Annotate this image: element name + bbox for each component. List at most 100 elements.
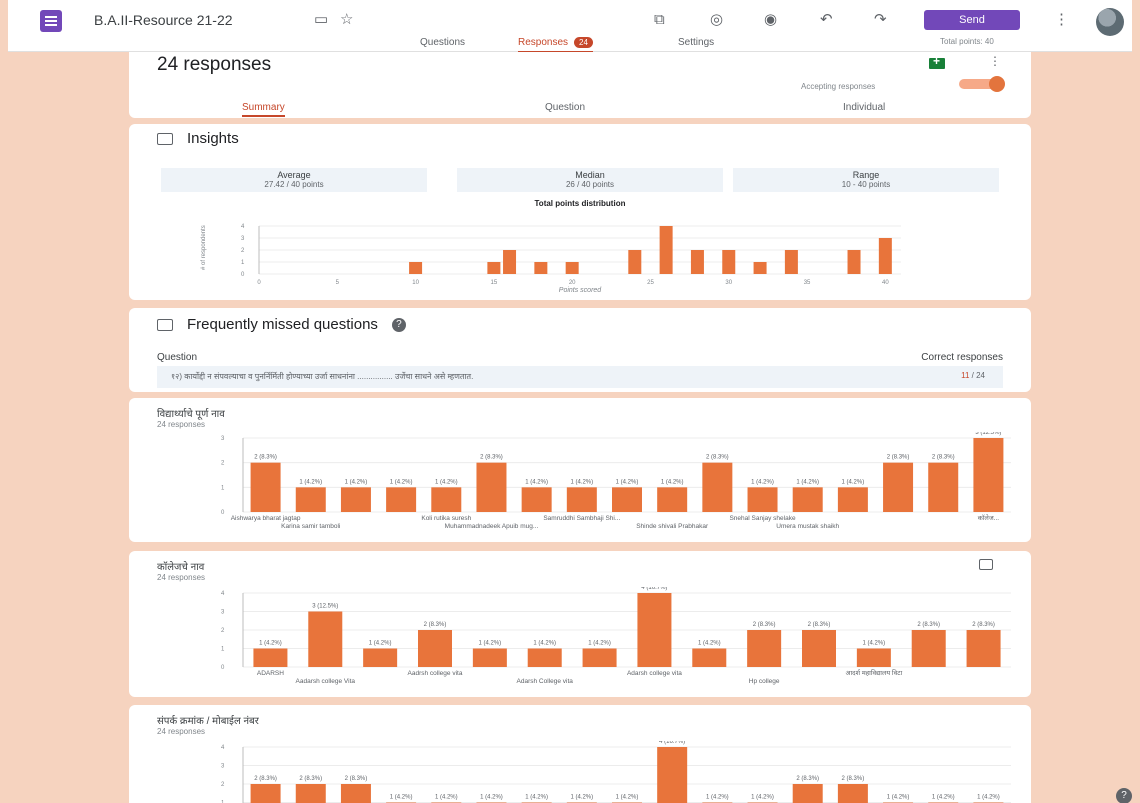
data-label: 2 (8.3%) [917, 622, 940, 628]
tab-responses-label: Responses [518, 37, 569, 48]
bar [722, 250, 736, 274]
data-label: 2 (8.3%) [299, 776, 322, 782]
y-tick-label: 4 [221, 591, 225, 597]
bar [637, 593, 672, 667]
data-label: 2 (8.3%) [254, 455, 277, 461]
bar [784, 250, 798, 274]
x-tick-label: Aadarsh college Vita [296, 678, 356, 685]
subtab-question[interactable]: Question [545, 102, 585, 113]
undo-icon[interactable]: ↶ [820, 11, 833, 29]
bar [659, 226, 673, 274]
question-card-student-name: विद्यार्थ्याचे पूर्ण नाव 24 responses 0 1… [129, 398, 1031, 542]
missed-correct-count: 11 / 24 [961, 371, 985, 380]
y-tick-label: 0 [241, 272, 245, 278]
help-icon[interactable]: ? [391, 317, 406, 332]
y-tick-label: 3 [221, 436, 225, 442]
x-tick-label: 40 [882, 280, 889, 286]
missed-question-row[interactable]: १२) कार्योद्दी न संपवल्याचा व पुनर्निर्म… [157, 366, 1003, 388]
bar [792, 784, 823, 803]
data-label: 1 (4.2%) [698, 641, 721, 647]
form-title[interactable]: B.A.II-Resource 21-22 [94, 12, 233, 28]
subtab-summary[interactable]: Summary [242, 102, 285, 117]
x-tick-label: Adarsh college vita [627, 670, 682, 677]
bar [503, 250, 517, 274]
tab-questions[interactable]: Questions [420, 37, 465, 48]
bar [792, 487, 823, 512]
more-vert-icon[interactable]: ⋮ [1054, 11, 1069, 29]
bar [521, 487, 552, 512]
y-tick-label: 1 [221, 485, 225, 491]
data-label: 1 (4.2%) [796, 479, 819, 485]
bar [295, 487, 326, 512]
bar [628, 250, 642, 274]
data-label: 1 (4.2%) [435, 479, 458, 485]
x-tick-label: Aadrsh college vita [408, 670, 463, 677]
x-tick-label: Umera mustak shaikh [776, 523, 839, 530]
avatar[interactable] [1096, 8, 1124, 36]
data-label: 2 (8.3%) [753, 622, 776, 628]
data-label: 2 (8.3%) [706, 455, 729, 461]
y-tick-label: 1 [241, 260, 245, 266]
bar [565, 262, 579, 274]
x-tick-label: 0 [257, 280, 261, 286]
bar [883, 462, 914, 512]
bar [253, 648, 288, 667]
bar [747, 487, 778, 512]
bar [657, 487, 688, 512]
data-label: 1 (4.2%) [706, 795, 729, 801]
x-tick-label: आदर्श महाविद्यालय विटा [846, 669, 903, 677]
x-tick-label: Snehal Sanjay shelake [729, 515, 796, 522]
data-label: 1 (4.2%) [390, 479, 413, 485]
copy-chart-icon[interactable] [979, 559, 993, 570]
forms-logo-icon[interactable] [40, 10, 62, 32]
bar [340, 487, 371, 512]
question-title: कॉलेजचे नाव [157, 562, 205, 573]
question-title: विद्यार्थ्याचे पूर्ण नाव [157, 409, 225, 420]
bar [856, 648, 891, 667]
data-label: 1 (4.2%) [570, 795, 593, 801]
help-fab-icon[interactable]: ? [1116, 788, 1132, 803]
bar [250, 784, 281, 803]
star-icon[interactable]: ☆ [340, 11, 353, 29]
bar [418, 630, 452, 667]
palette-icon[interactable]: ◎ [710, 11, 723, 29]
x-tick-label: Shinde shivali Prabhakar [636, 523, 709, 530]
addon-icon[interactable]: ⧉ [654, 11, 665, 29]
x-tick-label: 35 [804, 280, 811, 286]
x-tick-label: Muhammadnadeek Apuib mug... [445, 523, 539, 530]
form-tabs: Questions Responses 24 Settings Total poi… [8, 34, 1132, 53]
data-label: 1 (4.2%) [533, 641, 556, 647]
bar [692, 648, 727, 667]
missed-icon [157, 318, 173, 331]
tab-settings[interactable]: Settings [678, 37, 714, 48]
data-label: 1 (4.2%) [977, 795, 1000, 801]
data-label: 1 (4.2%) [525, 795, 548, 801]
send-button[interactable]: Send [924, 10, 1020, 30]
bar [690, 250, 704, 274]
folder-icon[interactable]: ▭ [314, 11, 328, 29]
subtab-individual[interactable]: Individual [843, 102, 885, 113]
bar [386, 487, 417, 512]
responses-count-badge: 24 [574, 37, 593, 48]
sheets-link-icon[interactable] [929, 54, 945, 69]
x-tick-label: 25 [647, 280, 654, 286]
y-tick-label: 2 [221, 628, 225, 634]
question-card-college-name: कॉलेजचे नाव 24 responses 0 1 2 3 4 1 (4.2%) AD… [129, 551, 1031, 697]
responses-more-icon[interactable]: ⋮ [989, 54, 1001, 68]
accepting-responses-toggle[interactable] [959, 76, 1005, 92]
redo-icon[interactable]: ↷ [874, 11, 887, 29]
y-tick-label: 0 [221, 665, 225, 671]
y-tick-label: 4 [241, 224, 245, 230]
bar [837, 784, 868, 803]
data-label: 2 (8.3%) [842, 776, 865, 782]
bar [837, 487, 868, 512]
x-tick-label: 30 [725, 280, 732, 286]
total-points-label: Total points: 40 [940, 37, 994, 46]
data-label: 4 (16.7%) [641, 587, 667, 591]
bar [973, 438, 1004, 512]
x-tick-label: 20 [569, 280, 576, 286]
preview-eye-icon[interactable]: ◉ [764, 11, 777, 29]
question-response-count: 24 responses [157, 727, 206, 736]
data-label: 2 (8.3%) [480, 455, 503, 461]
tab-responses[interactable]: Responses 24 [518, 37, 593, 53]
